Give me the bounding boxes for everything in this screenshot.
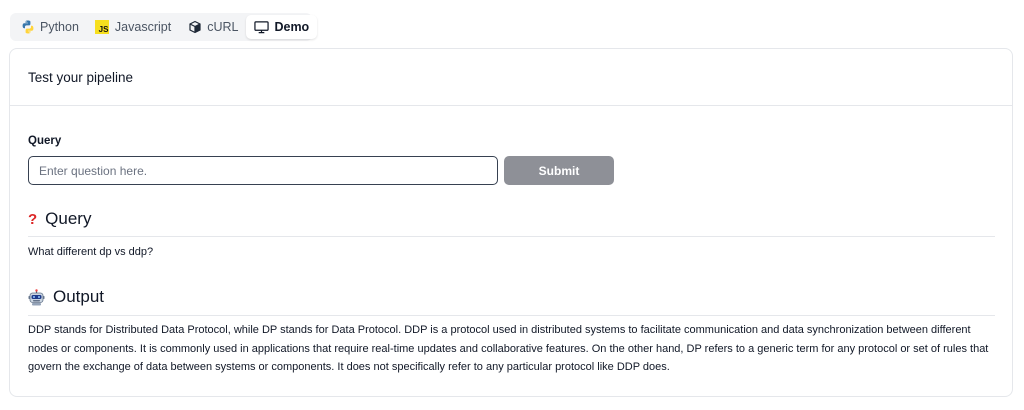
tab-javascript[interactable]: JS Javascript	[87, 15, 179, 39]
output-section-title: Output	[53, 287, 105, 306]
query-input[interactable]	[28, 156, 498, 185]
query-section-heading: ? Query	[28, 209, 91, 229]
card-title: Test your pipeline	[10, 49, 1012, 106]
robot-icon	[28, 288, 45, 306]
pipeline-card: Test your pipeline Query Submit ? Query …	[9, 48, 1013, 397]
query-label: Query	[28, 135, 62, 147]
query-section-title: Query	[45, 209, 92, 228]
tab-label: Python	[40, 20, 79, 34]
tab-label: Javascript	[114, 20, 172, 34]
curl-icon	[187, 20, 202, 35]
javascript-icon: JS	[95, 20, 110, 35]
tab-python[interactable]: Python	[12, 15, 87, 39]
divider	[28, 315, 995, 316]
tab-label: Demo	[274, 20, 310, 34]
submit-button[interactable]: Submit	[504, 156, 614, 185]
tab-bar: Python JS Javascript cURL Demo	[10, 13, 318, 41]
monitor-icon	[254, 20, 270, 35]
divider	[28, 236, 995, 237]
tab-label: cURL	[207, 20, 239, 34]
js-badge: JS	[95, 20, 110, 34]
query-text: What different dp vs ddp?	[28, 246, 154, 258]
output-text: DDP stands for Distributed Data Protocol…	[28, 324, 989, 373]
python-icon	[20, 20, 35, 35]
tab-curl[interactable]: cURL	[179, 15, 246, 39]
question-mark-icon: ?	[28, 210, 38, 228]
tab-demo[interactable]: Demo	[246, 15, 318, 39]
output-section-heading: Output	[28, 287, 104, 307]
